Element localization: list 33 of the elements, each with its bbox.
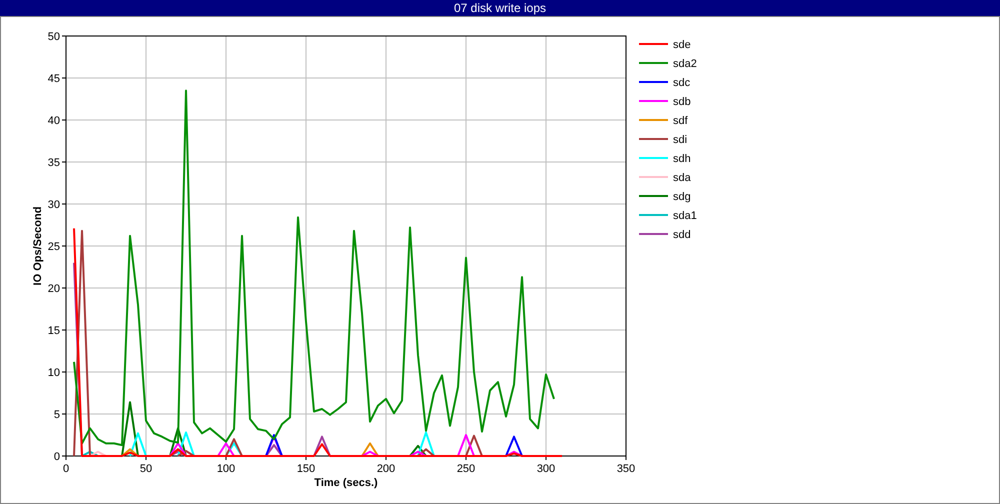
legend-label: sdd: [673, 229, 691, 241]
tick-label: 25: [48, 241, 60, 253]
legend-label: sda1: [673, 210, 697, 222]
legend-label: sdf: [673, 115, 688, 127]
legend-label: sda: [673, 172, 691, 184]
tick-label: 100: [216, 463, 236, 475]
tick-label: 0: [54, 451, 60, 463]
tick-label: 250: [456, 463, 476, 475]
tick-label: 200: [376, 463, 396, 475]
tick-label: 40: [48, 115, 60, 127]
legend-label: sdi: [673, 134, 688, 146]
legend-label: sdg: [673, 191, 691, 203]
tick-label: 150: [296, 463, 316, 475]
tick-label: 5: [54, 409, 60, 421]
tick-label: 350: [616, 463, 636, 475]
tick-label: 15: [48, 325, 60, 337]
legend-label: sda2: [673, 58, 697, 70]
legend-label: sde: [673, 39, 691, 51]
legend-label: sdh: [673, 153, 691, 165]
tick-label: 20: [48, 283, 60, 295]
tick-label: 35: [48, 157, 60, 169]
tick-label: 50: [140, 463, 152, 475]
tick-label: 0: [62, 463, 70, 475]
legend-label: sdb: [673, 96, 691, 108]
title-bar: 07 disk write iops: [0, 0, 1000, 16]
tick-label: 10: [48, 367, 60, 379]
tick-label: 50: [48, 31, 60, 43]
x-axis-title: Time (secs.): [314, 477, 378, 489]
y-axis-title: IO Ops/Second: [32, 206, 44, 286]
tick-label: 300: [536, 463, 556, 475]
tick-label: 45: [48, 73, 60, 85]
tick-label: 30: [48, 199, 60, 211]
legend-label: sdc: [673, 77, 690, 89]
